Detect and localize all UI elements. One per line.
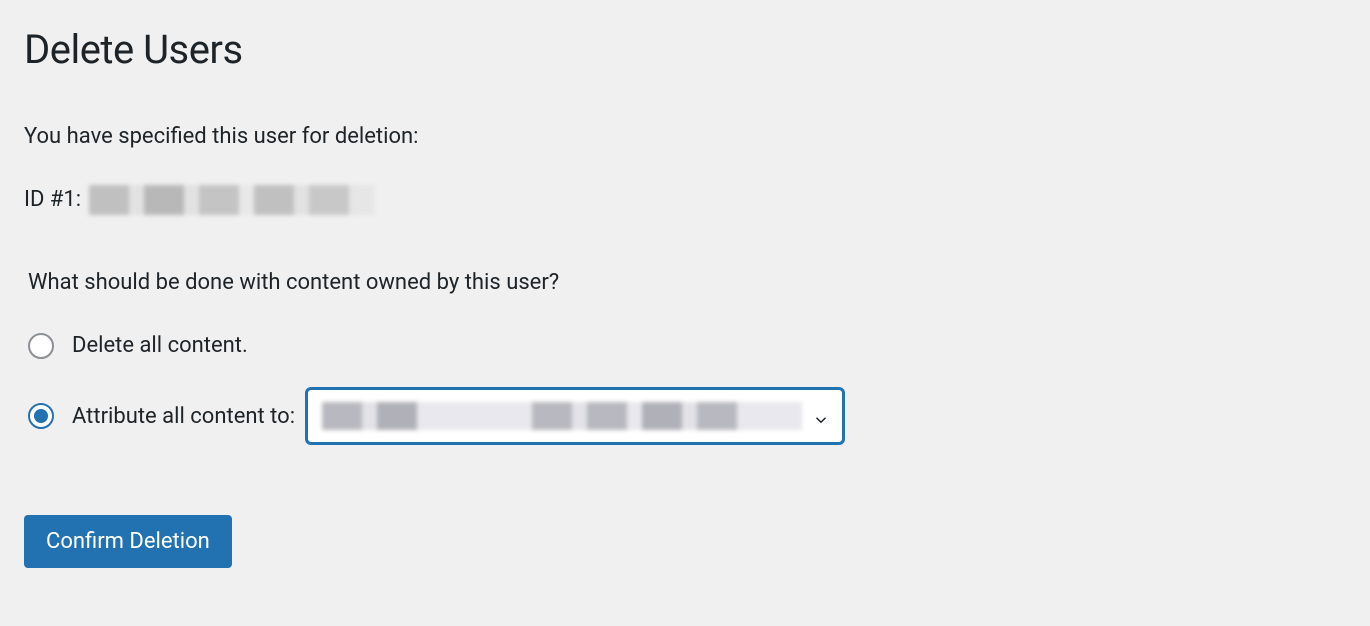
confirm-deletion-button[interactable]: Confirm Deletion bbox=[24, 515, 232, 568]
option-attribute-row: Attribute all content to: bbox=[28, 387, 1346, 445]
option-delete-all-row: Delete all content. bbox=[28, 329, 1346, 362]
page-title: Delete Users bbox=[24, 20, 1346, 80]
label-delete-all[interactable]: Delete all content. bbox=[72, 329, 248, 362]
reassign-user-value-redacted bbox=[322, 402, 802, 430]
radio-delete-all[interactable] bbox=[28, 333, 54, 359]
content-legend: What should be done with content owned b… bbox=[28, 266, 1346, 299]
user-line: ID #1: bbox=[24, 183, 1346, 216]
reassign-user-select[interactable] bbox=[305, 387, 845, 445]
chevron-down-icon bbox=[812, 407, 830, 425]
user-id-prefix: ID #1: bbox=[24, 183, 81, 216]
label-attribute[interactable]: Attribute all content to: bbox=[72, 400, 295, 433]
radio-attribute[interactable] bbox=[28, 403, 54, 429]
user-name-redacted bbox=[89, 185, 374, 215]
intro-text: You have specified this user for deletio… bbox=[24, 120, 1346, 153]
